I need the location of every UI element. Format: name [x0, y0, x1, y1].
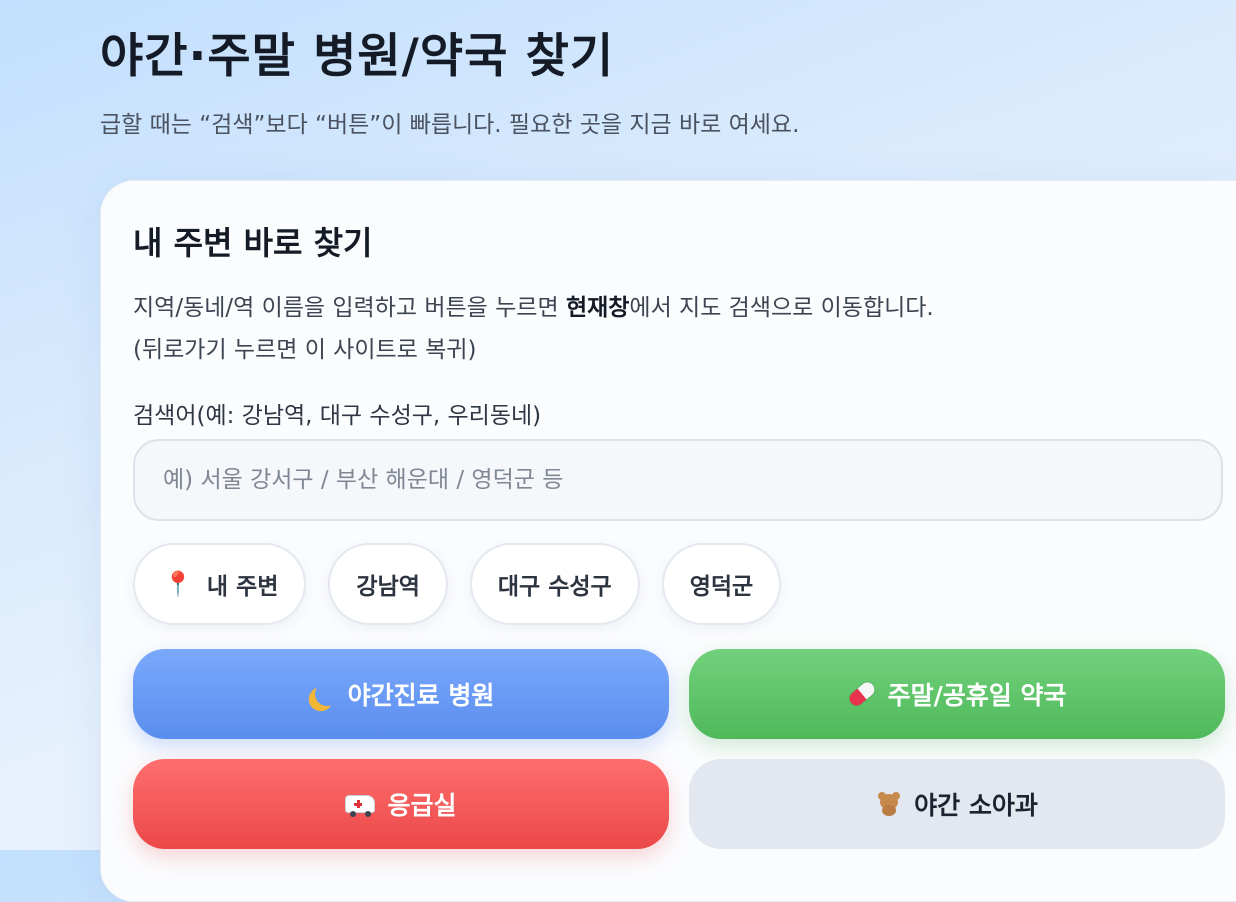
- pin-icon: 📍: [163, 570, 193, 598]
- search-label: 검색어(예: 강남역, 대구 수성구, 우리동네): [133, 403, 542, 429]
- card-description-text: 지역/동네/역 이름을 입력하고 버튼을 누르면: [133, 295, 566, 321]
- chip-label: 강남역: [356, 574, 420, 600]
- night-pediatrics-label: 야간 소아과: [914, 791, 1038, 820]
- chip-label: 영덕군: [689, 574, 754, 600]
- card-description-emphasis: 현재창: [565, 295, 630, 321]
- chip-my-location[interactable]: 📍 내 주변: [133, 543, 307, 625]
- emergency-room-button[interactable]: 응급실: [133, 759, 669, 849]
- chip-daegu-suseong[interactable]: 대구 수성구: [469, 543, 640, 625]
- weekend-pharmacy-label: 주말/공휴일 약국: [887, 681, 1067, 710]
- emergency-room-label: 응급실: [387, 791, 457, 820]
- teddy-bear-icon: [876, 792, 902, 816]
- page-header: 야간·주말 병원/약국 찾기 급할 때는 “검색”보다 “버튼”이 빠릅니다. …: [100, 24, 799, 142]
- quick-location-chips: 📍 내 주변 강남역 대구 수성구 영덕군: [133, 543, 782, 625]
- night-hospital-label: 야간진료 병원: [347, 681, 495, 710]
- action-buttons: 야간진료 병원 주말/공휴일 약국 응급실 야간 소아과: [133, 649, 1225, 849]
- ambulance-icon: [345, 795, 376, 817]
- chip-label: 내 주변: [206, 574, 279, 600]
- pill-icon: [846, 679, 877, 709]
- card-description-note: (뒤로가기 누르면 이 사이트로 복귀): [133, 337, 477, 363]
- weekend-pharmacy-button[interactable]: 주말/공휴일 약국: [689, 649, 1225, 739]
- night-hospital-button[interactable]: 야간진료 병원: [133, 649, 669, 739]
- card-title: 내 주변 바로 찾기: [133, 224, 373, 262]
- night-pediatrics-button[interactable]: 야간 소아과: [689, 759, 1225, 849]
- chip-gangnam-station[interactable]: 강남역: [328, 543, 448, 625]
- card-description-text-end: 에서 지도 검색으로 이동합니다.: [629, 295, 934, 321]
- page-title: 야간·주말 병원/약국 찾기: [100, 29, 615, 84]
- moon-icon: [313, 680, 341, 708]
- chip-label: 대구 수성구: [497, 574, 612, 600]
- card-description: 지역/동네/역 이름을 입력하고 버튼을 누르면 현재창에서 지도 검색으로 이…: [133, 287, 1183, 371]
- page-subtitle: 급할 때는 “검색”보다 “버튼”이 빠릅니다. 필요한 곳을 지금 바로 여세…: [100, 112, 800, 138]
- chip-yeongdeok[interactable]: 영덕군: [661, 543, 782, 625]
- search-input[interactable]: [133, 439, 1223, 521]
- nearby-search-card: 내 주변 바로 찾기 지역/동네/역 이름을 입력하고 버튼을 누르면 현재창에…: [100, 180, 1236, 902]
